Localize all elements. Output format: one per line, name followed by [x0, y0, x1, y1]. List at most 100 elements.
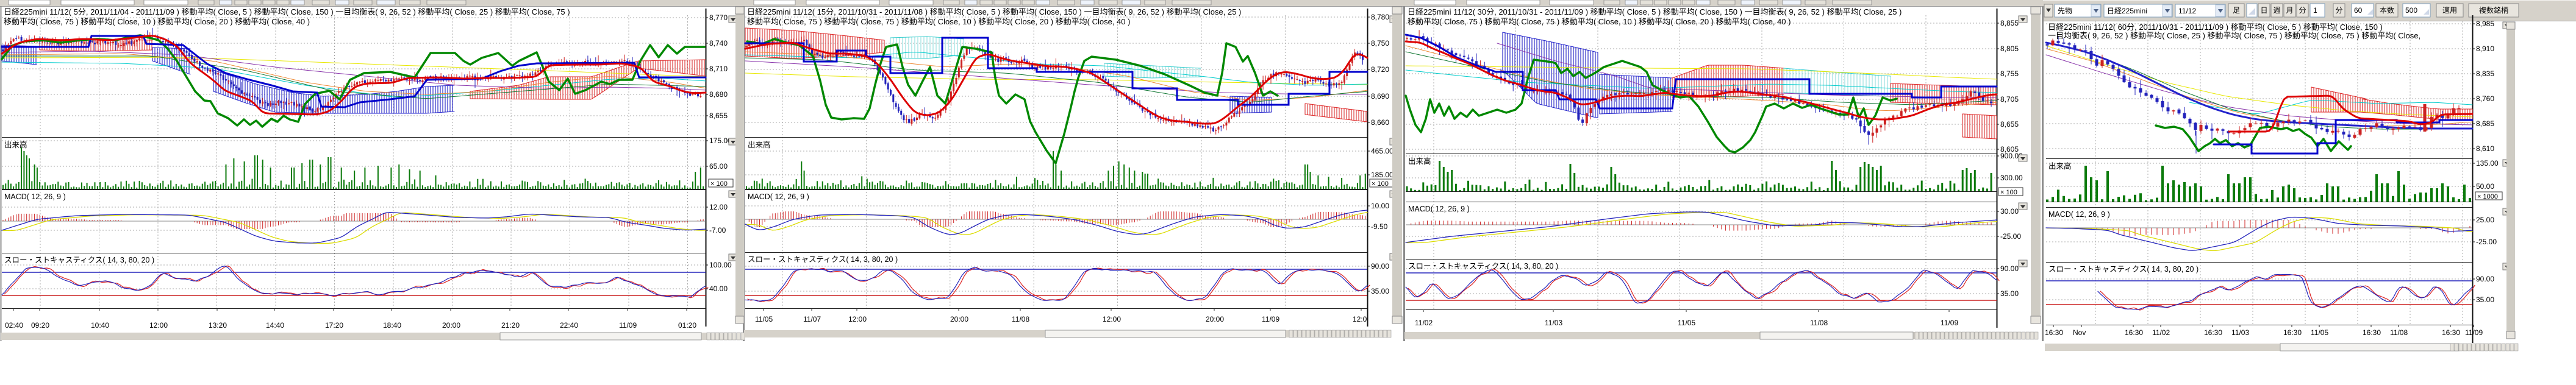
- svg-text:8,985: 8,985: [2476, 19, 2494, 28]
- svg-text:30.00: 30.00: [2000, 207, 2019, 216]
- svg-text:11/08: 11/08: [2390, 328, 2408, 337]
- svg-text:8,705: 8,705: [2000, 95, 2019, 104]
- svg-text:-25.00: -25.00: [2476, 238, 2497, 246]
- svg-text:8,750: 8,750: [1371, 39, 1389, 48]
- svg-text:11/07: 11/07: [803, 315, 821, 323]
- svg-text:分: 分: [2335, 6, 2342, 15]
- svg-text:スロー・ストキャスティクス( 14, 3, 80, 20 ): スロー・ストキャスティクス( 14, 3, 80, 20 ): [1408, 262, 1558, 270]
- svg-text:日経225mini 11/12( 15分, 2011/10/: 日経225mini 11/12( 15分, 2011/10/31 - 2011/…: [747, 7, 1241, 16]
- svg-text:465.00: 465.00: [1371, 147, 1394, 155]
- svg-text:21:20: 21:20: [501, 321, 520, 330]
- svg-text:11/08: 11/08: [1810, 319, 1828, 327]
- svg-text:11/09: 11/09: [619, 321, 637, 330]
- svg-text:17:20: 17:20: [325, 321, 343, 330]
- svg-text:出来高: 出来高: [1408, 157, 1431, 166]
- svg-text:8,680: 8,680: [709, 90, 728, 99]
- svg-text:10:40: 10:40: [91, 321, 109, 330]
- svg-text:移動平均( Close, 75 ) 移動平均( Clos: 移動平均( Close, 75 ) 移動平均( Close, 75 ) 移動平均…: [1408, 17, 1791, 26]
- svg-text:50.00: 50.00: [2476, 182, 2494, 191]
- svg-text:40.00: 40.00: [709, 284, 728, 293]
- svg-text:16:30: 16:30: [2125, 328, 2143, 337]
- svg-text:スロー・ストキャスティクス( 14, 3, 80, 20 ): スロー・ストキャスティクス( 14, 3, 80, 20 ): [4, 256, 154, 264]
- svg-text:適用: 適用: [2442, 5, 2457, 15]
- svg-text:01:20: 01:20: [678, 321, 696, 330]
- svg-text:日経225mini 11/12( 5分, 2011/11/0: 日経225mini 11/12( 5分, 2011/11/04 - 2011/1…: [4, 7, 570, 16]
- svg-text:65.00: 65.00: [709, 162, 728, 171]
- svg-text:02:40: 02:40: [5, 321, 23, 330]
- svg-text:出来高: 出来高: [748, 140, 771, 149]
- svg-text:本数: 本数: [2380, 5, 2394, 15]
- svg-text:8,660: 8,660: [1371, 118, 1389, 127]
- svg-text:8,780: 8,780: [1371, 13, 1389, 21]
- svg-text:移動平均( Close, 75 ) 移動平均( Clos: 移動平均( Close, 75 ) 移動平均( Close, 75 ) 移動平均…: [747, 17, 1130, 26]
- svg-text:8,855: 8,855: [2000, 19, 2019, 27]
- svg-text:日経225mini 11/12( 60分, 2011/10/: 日経225mini 11/12( 60分, 2011/10/31 - 2011/…: [2048, 23, 2383, 32]
- svg-text:8,805: 8,805: [2000, 44, 2019, 53]
- svg-text:90.00: 90.00: [1371, 262, 1389, 270]
- svg-text:-7.00: -7.00: [709, 226, 726, 235]
- svg-text:10.00: 10.00: [1371, 202, 1389, 210]
- svg-text:18:40: 18:40: [383, 321, 401, 330]
- svg-text:20:00: 20:00: [950, 315, 968, 323]
- svg-text:185.00: 185.00: [1371, 171, 1394, 179]
- svg-text:12.00: 12.00: [709, 203, 728, 211]
- svg-text:90.00: 90.00: [2476, 275, 2494, 283]
- svg-text:複数銘柄: 複数銘柄: [2479, 5, 2508, 15]
- svg-text:11/09: 11/09: [2465, 328, 2483, 337]
- svg-text:11/02: 11/02: [1415, 319, 1433, 327]
- svg-text:8,710: 8,710: [709, 65, 728, 73]
- svg-text:12:00: 12:00: [149, 321, 168, 330]
- svg-text:8,760: 8,760: [2476, 94, 2494, 103]
- svg-text:分: 分: [2299, 6, 2306, 15]
- svg-text:8,690: 8,690: [1371, 92, 1389, 101]
- svg-text:11/05: 11/05: [755, 315, 773, 323]
- svg-text:出来高: 出来高: [2048, 161, 2072, 171]
- svg-text:12:0: 12:0: [1353, 315, 1367, 323]
- svg-text:日経225mini: 日経225mini: [2107, 7, 2147, 15]
- svg-text:20:00: 20:00: [1206, 315, 1224, 323]
- svg-text:35.00: 35.00: [2476, 295, 2494, 304]
- svg-text:14:40: 14:40: [266, 321, 284, 330]
- svg-text:スロー・ストキャスティクス( 14, 3, 80, 20 ): スロー・ストキャスティクス( 14, 3, 80, 20 ): [748, 255, 898, 264]
- svg-text:8,770: 8,770: [709, 13, 728, 22]
- svg-text:月: 月: [2286, 6, 2293, 15]
- svg-text:8,685: 8,685: [2476, 119, 2494, 128]
- svg-text:スロー・ストキャスティクス( 14, 3, 80, 20 ): スロー・ストキャスティクス( 14, 3, 80, 20 ): [2048, 265, 2199, 274]
- svg-text:MACD( 12, 26, 9 ): MACD( 12, 26, 9 ): [4, 192, 66, 201]
- svg-text:Nov: Nov: [2073, 328, 2086, 337]
- svg-text:足: 足: [2233, 6, 2240, 15]
- svg-text:日: 日: [2260, 6, 2267, 15]
- svg-text:8,740: 8,740: [709, 39, 728, 48]
- svg-text:8,720: 8,720: [1371, 65, 1389, 74]
- svg-text:300.00: 300.00: [2000, 174, 2023, 182]
- svg-text:8,755: 8,755: [2000, 69, 2019, 78]
- svg-text:11/12: 11/12: [2178, 7, 2196, 15]
- svg-text:11/05: 11/05: [1678, 319, 1695, 327]
- svg-text:175.00: 175.00: [709, 136, 732, 145]
- svg-text:× 100: × 100: [710, 180, 728, 188]
- svg-text:8,610: 8,610: [2476, 144, 2494, 153]
- svg-text:100.00: 100.00: [709, 261, 732, 269]
- svg-text:90.00: 90.00: [2000, 264, 2019, 273]
- svg-text:× 1000: × 1000: [2477, 193, 2498, 200]
- svg-text:13:20: 13:20: [209, 321, 227, 330]
- svg-text:先物: 先物: [2058, 7, 2072, 15]
- svg-text:11/05: 11/05: [2311, 328, 2328, 337]
- svg-text:8,910: 8,910: [2476, 44, 2494, 53]
- svg-text:135.00: 135.00: [2476, 159, 2499, 168]
- svg-text:12:00: 12:00: [1103, 315, 1121, 323]
- svg-text:-9.50: -9.50: [1371, 222, 1388, 231]
- svg-text:出来高: 出来高: [4, 140, 27, 149]
- svg-text:35.00: 35.00: [2000, 289, 2019, 298]
- svg-text:× 100: × 100: [1372, 180, 1389, 188]
- svg-text:20:00: 20:00: [442, 321, 460, 330]
- svg-text:8,655: 8,655: [709, 111, 728, 120]
- svg-text:11/09: 11/09: [1941, 319, 1958, 327]
- svg-text:日経225mini 11/12( 30分, 2011/10/: 日経225mini 11/12( 30分, 2011/10/31 - 2011/…: [1408, 7, 1902, 16]
- svg-text:22:40: 22:40: [560, 321, 578, 330]
- svg-text:25.00: 25.00: [2476, 216, 2494, 224]
- svg-text:11/03: 11/03: [2231, 328, 2249, 337]
- svg-text:MACD( 12, 26, 9 ): MACD( 12, 26, 9 ): [2048, 210, 2110, 219]
- svg-text:MACD( 12, 26, 9 ): MACD( 12, 26, 9 ): [1408, 205, 1470, 213]
- svg-text:一目均衡表( 9, 26, 52 ) 移動平均( Clo: 一目均衡表( 9, 26, 52 ) 移動平均( Close, 25 ) 移動平…: [2048, 31, 2420, 40]
